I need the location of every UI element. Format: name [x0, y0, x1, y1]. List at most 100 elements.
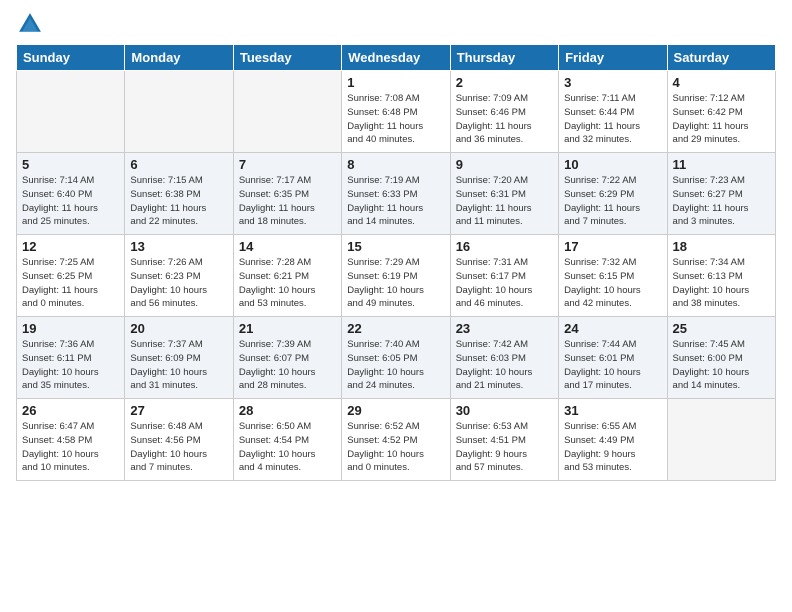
day-cell: 17 Sunrise: 7:32 AM Sunset: 6:15 PM Dayli… [559, 235, 667, 317]
day-info: Sunrise: 7:15 AM Sunset: 6:38 PM Dayligh… [130, 174, 227, 229]
week-row-3: 12Sunrise: 7:25 AM Sunset: 6:25 PM Dayli… [17, 235, 776, 317]
day-number: 3 [564, 75, 661, 90]
day-number: 6 [130, 157, 227, 172]
day-info: Sunrise: 7:22 AM Sunset: 6:29 PM Dayligh… [564, 174, 661, 229]
day-info: Sunrise: 6:53 AM Sunset: 4:51 PM Dayligh… [456, 420, 553, 475]
day-number: 9 [456, 157, 553, 172]
day-cell: 27Sunrise: 6:48 AM Sunset: 4:56 PM Dayli… [125, 399, 233, 481]
day-cell: 4 Sunrise: 7:12 AM Sunset: 6:42 PM Daylig… [667, 71, 775, 153]
week-row-2: 5 Sunrise: 7:14 AM Sunset: 6:40 PM Daylig… [17, 153, 776, 235]
day-info: Sunrise: 6:50 AM Sunset: 4:54 PM Dayligh… [239, 420, 336, 475]
day-cell [17, 71, 125, 153]
day-info: Sunrise: 7:44 AM Sunset: 6:01 PM Dayligh… [564, 338, 661, 393]
header [16, 10, 776, 38]
page: SundayMondayTuesdayWednesdayThursdayFrid… [0, 0, 792, 612]
day-number: 11 [673, 157, 770, 172]
day-number: 20 [130, 321, 227, 336]
weekday-wednesday: Wednesday [342, 45, 450, 71]
day-info: Sunrise: 7:20 AM Sunset: 6:31 PM Dayligh… [456, 174, 553, 229]
day-cell: 21 Sunrise: 7:39 AM Sunset: 6:07 PM Dayli… [233, 317, 341, 399]
day-info: Sunrise: 7:09 AM Sunset: 6:46 PM Dayligh… [456, 92, 553, 147]
day-info: Sunrise: 7:26 AM Sunset: 6:23 PM Dayligh… [130, 256, 227, 311]
day-number: 4 [673, 75, 770, 90]
day-cell: 7 Sunrise: 7:17 AM Sunset: 6:35 PM Daylig… [233, 153, 341, 235]
day-cell: 28 Sunrise: 6:50 AM Sunset: 4:54 PM Dayli… [233, 399, 341, 481]
weekday-header-row: SundayMondayTuesdayWednesdayThursdayFrid… [17, 45, 776, 71]
day-number: 2 [456, 75, 553, 90]
weekday-tuesday: Tuesday [233, 45, 341, 71]
day-number: 8 [347, 157, 444, 172]
day-cell: 1 Sunrise: 7:08 AM Sunset: 6:48 PM Daylig… [342, 71, 450, 153]
day-number: 1 [347, 75, 444, 90]
logo-icon [16, 10, 44, 38]
day-info: Sunrise: 6:55 AM Sunset: 4:49 PM Dayligh… [564, 420, 661, 475]
day-number: 26 [22, 403, 119, 418]
day-cell: 8Sunrise: 7:19 AM Sunset: 6:33 PM Daylig… [342, 153, 450, 235]
weekday-sunday: Sunday [17, 45, 125, 71]
day-info: Sunrise: 7:23 AM Sunset: 6:27 PM Dayligh… [673, 174, 770, 229]
day-info: Sunrise: 7:42 AM Sunset: 6:03 PM Dayligh… [456, 338, 553, 393]
day-number: 15 [347, 239, 444, 254]
day-info: Sunrise: 7:40 AM Sunset: 6:05 PM Dayligh… [347, 338, 444, 393]
weekday-friday: Friday [559, 45, 667, 71]
day-number: 24 [564, 321, 661, 336]
day-number: 5 [22, 157, 119, 172]
day-info: Sunrise: 7:32 AM Sunset: 6:15 PM Dayligh… [564, 256, 661, 311]
day-info: Sunrise: 7:37 AM Sunset: 6:09 PM Dayligh… [130, 338, 227, 393]
day-number: 16 [456, 239, 553, 254]
day-cell: 11 Sunrise: 7:23 AM Sunset: 6:27 PM Dayli… [667, 153, 775, 235]
day-number: 18 [673, 239, 770, 254]
day-info: Sunrise: 7:31 AM Sunset: 6:17 PM Dayligh… [456, 256, 553, 311]
day-cell: 5 Sunrise: 7:14 AM Sunset: 6:40 PM Daylig… [17, 153, 125, 235]
day-cell: 12Sunrise: 7:25 AM Sunset: 6:25 PM Dayli… [17, 235, 125, 317]
day-cell: 3 Sunrise: 7:11 AM Sunset: 6:44 PM Daylig… [559, 71, 667, 153]
day-cell: 29Sunrise: 6:52 AM Sunset: 4:52 PM Dayli… [342, 399, 450, 481]
day-cell: 6 Sunrise: 7:15 AM Sunset: 6:38 PM Daylig… [125, 153, 233, 235]
day-number: 28 [239, 403, 336, 418]
day-info: Sunrise: 7:14 AM Sunset: 6:40 PM Dayligh… [22, 174, 119, 229]
day-info: Sunrise: 7:17 AM Sunset: 6:35 PM Dayligh… [239, 174, 336, 229]
day-cell: 14 Sunrise: 7:28 AM Sunset: 6:21 PM Dayli… [233, 235, 341, 317]
day-cell: 2 Sunrise: 7:09 AM Sunset: 6:46 PM Daylig… [450, 71, 558, 153]
logo [16, 10, 48, 38]
day-info: Sunrise: 7:39 AM Sunset: 6:07 PM Dayligh… [239, 338, 336, 393]
day-cell [233, 71, 341, 153]
day-cell: 16 Sunrise: 7:31 AM Sunset: 6:17 PM Dayli… [450, 235, 558, 317]
day-cell: 19 Sunrise: 7:36 AM Sunset: 6:11 PM Dayli… [17, 317, 125, 399]
day-cell: 31Sunrise: 6:55 AM Sunset: 4:49 PM Dayli… [559, 399, 667, 481]
day-info: Sunrise: 6:47 AM Sunset: 4:58 PM Dayligh… [22, 420, 119, 475]
day-number: 17 [564, 239, 661, 254]
day-info: Sunrise: 7:28 AM Sunset: 6:21 PM Dayligh… [239, 256, 336, 311]
day-info: Sunrise: 7:29 AM Sunset: 6:19 PM Dayligh… [347, 256, 444, 311]
calendar: SundayMondayTuesdayWednesdayThursdayFrid… [16, 44, 776, 481]
day-number: 14 [239, 239, 336, 254]
day-cell: 18Sunrise: 7:34 AM Sunset: 6:13 PM Dayli… [667, 235, 775, 317]
day-cell: 26 Sunrise: 6:47 AM Sunset: 4:58 PM Dayli… [17, 399, 125, 481]
day-info: Sunrise: 6:52 AM Sunset: 4:52 PM Dayligh… [347, 420, 444, 475]
day-info: Sunrise: 7:11 AM Sunset: 6:44 PM Dayligh… [564, 92, 661, 147]
day-info: Sunrise: 7:08 AM Sunset: 6:48 PM Dayligh… [347, 92, 444, 147]
day-number: 10 [564, 157, 661, 172]
day-number: 19 [22, 321, 119, 336]
day-cell: 30 Sunrise: 6:53 AM Sunset: 4:51 PM Dayli… [450, 399, 558, 481]
day-cell [125, 71, 233, 153]
day-cell [667, 399, 775, 481]
day-cell: 22Sunrise: 7:40 AM Sunset: 6:05 PM Dayli… [342, 317, 450, 399]
day-number: 27 [130, 403, 227, 418]
day-number: 25 [673, 321, 770, 336]
day-info: Sunrise: 7:45 AM Sunset: 6:00 PM Dayligh… [673, 338, 770, 393]
day-number: 7 [239, 157, 336, 172]
day-number: 13 [130, 239, 227, 254]
day-cell: 20 Sunrise: 7:37 AM Sunset: 6:09 PM Dayli… [125, 317, 233, 399]
day-number: 30 [456, 403, 553, 418]
weekday-monday: Monday [125, 45, 233, 71]
day-number: 21 [239, 321, 336, 336]
day-cell: 15 Sunrise: 7:29 AM Sunset: 6:19 PM Dayli… [342, 235, 450, 317]
day-number: 23 [456, 321, 553, 336]
day-info: Sunrise: 7:25 AM Sunset: 6:25 PM Dayligh… [22, 256, 119, 311]
week-row-1: 1 Sunrise: 7:08 AM Sunset: 6:48 PM Daylig… [17, 71, 776, 153]
day-cell: 25 Sunrise: 7:45 AM Sunset: 6:00 PM Dayli… [667, 317, 775, 399]
day-info: Sunrise: 7:12 AM Sunset: 6:42 PM Dayligh… [673, 92, 770, 147]
day-cell: 9 Sunrise: 7:20 AM Sunset: 6:31 PM Daylig… [450, 153, 558, 235]
day-info: Sunrise: 7:36 AM Sunset: 6:11 PM Dayligh… [22, 338, 119, 393]
